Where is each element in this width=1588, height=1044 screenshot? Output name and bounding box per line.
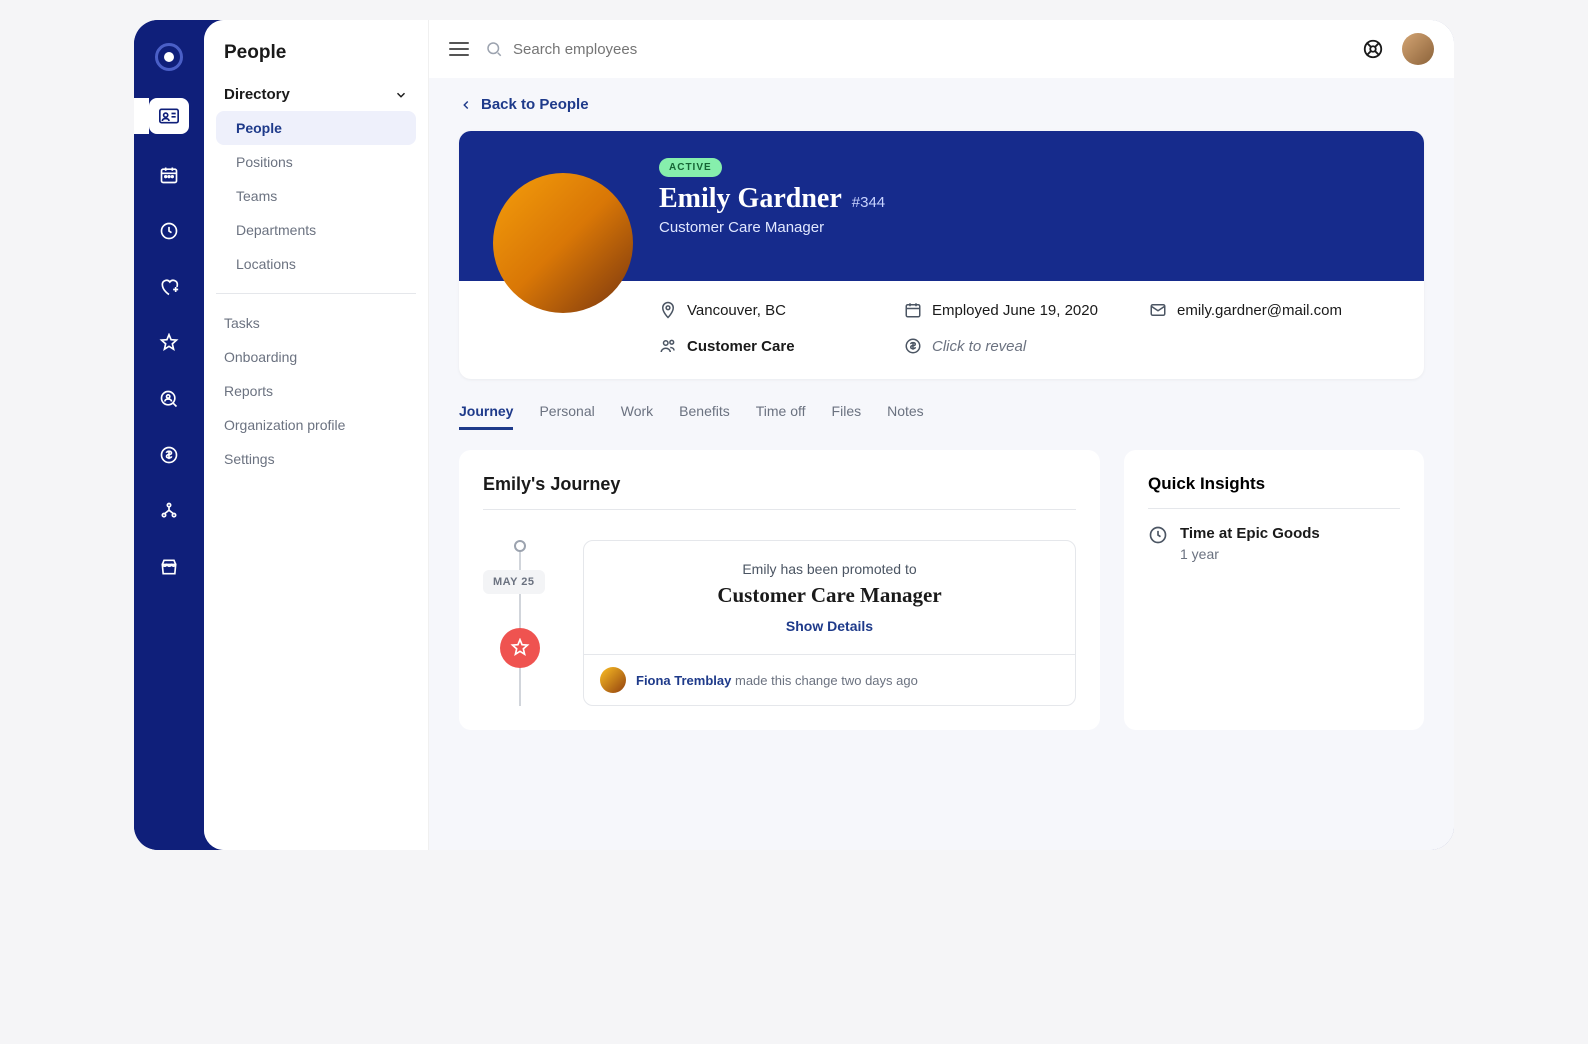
event-author-suffix: made this change two days ago xyxy=(731,673,917,688)
sidebar-item-people[interactable]: People xyxy=(216,111,416,145)
insight-label: Time at Epic Goods xyxy=(1180,525,1320,542)
chevron-down-icon xyxy=(394,88,408,102)
logo-icon[interactable] xyxy=(154,42,184,72)
sidebar-title: People xyxy=(216,42,416,78)
sidebar-link-org-profile[interactable]: Organization profile xyxy=(216,408,416,442)
location-icon xyxy=(659,301,677,319)
sidebar-link-onboarding[interactable]: Onboarding xyxy=(216,340,416,374)
show-details-button[interactable]: Show Details xyxy=(604,618,1055,634)
back-button[interactable]: Back to People xyxy=(459,96,1424,113)
detail-location: Vancouver, BC xyxy=(659,301,904,319)
sidebar-group-directory[interactable]: Directory xyxy=(216,78,416,111)
star-badge-icon xyxy=(500,628,540,668)
nav-heart-icon[interactable] xyxy=(154,272,184,302)
sidebar-item-teams[interactable]: Teams xyxy=(216,179,416,213)
journey-card: Emily's Journey MAY 25 Emily has been pr… xyxy=(459,450,1100,730)
chevron-left-icon xyxy=(459,98,473,112)
people-icon xyxy=(659,337,677,355)
tab-timeoff[interactable]: Time off xyxy=(756,403,806,430)
event-title: Customer Care Manager xyxy=(604,583,1055,608)
tab-notes[interactable]: Notes xyxy=(887,403,924,430)
nav-star-icon[interactable] xyxy=(154,328,184,358)
tab-personal[interactable]: Personal xyxy=(539,403,594,430)
user-avatar[interactable] xyxy=(1402,33,1434,65)
event-author: Fiona Tremblay xyxy=(636,673,731,688)
clock-icon xyxy=(1148,525,1168,545)
dollar-icon xyxy=(904,337,922,355)
insights-title: Quick Insights xyxy=(1148,474,1400,509)
detail-employed: Employed June 19, 2020 xyxy=(904,301,1149,319)
nav-clock-icon[interactable] xyxy=(154,216,184,246)
profile-id: #344 xyxy=(852,194,885,211)
topbar xyxy=(429,20,1454,78)
search-input[interactable] xyxy=(513,41,1346,58)
nav-search-person-icon[interactable] xyxy=(154,384,184,414)
help-icon[interactable] xyxy=(1362,38,1384,60)
nav-org-icon[interactable] xyxy=(154,496,184,526)
timeline-dot xyxy=(514,540,526,552)
status-badge: ACTIVE xyxy=(659,158,722,177)
profile-card: ACTIVE Emily Gardner #344 Customer Care … xyxy=(459,131,1424,379)
insight-value: 1 year xyxy=(1180,546,1320,562)
insights-card: Quick Insights Time at Epic Goods 1 year xyxy=(1124,450,1424,730)
sidebar-link-reports[interactable]: Reports xyxy=(216,374,416,408)
tab-benefits[interactable]: Benefits xyxy=(679,403,730,430)
profile-tabs: Journey Personal Work Benefits Time off … xyxy=(459,403,1424,430)
tab-files[interactable]: Files xyxy=(832,403,862,430)
sidebar: People Directory People Positions Teams … xyxy=(204,20,429,850)
journey-title: Emily's Journey xyxy=(483,474,1076,510)
sidebar-link-settings[interactable]: Settings xyxy=(216,442,416,476)
mail-icon xyxy=(1149,301,1167,319)
event-line1: Emily has been promoted to xyxy=(604,561,1055,577)
profile-avatar xyxy=(493,173,633,313)
detail-team: Customer Care xyxy=(659,337,904,355)
profile-name: Emily Gardner xyxy=(659,183,842,215)
sidebar-item-locations[interactable]: Locations xyxy=(216,247,416,281)
author-avatar xyxy=(600,667,626,693)
timeline-date: MAY 25 xyxy=(483,570,545,594)
timeline-event: Emily has been promoted to Customer Care… xyxy=(583,540,1076,706)
nav-shop-icon[interactable] xyxy=(154,552,184,582)
sidebar-item-departments[interactable]: Departments xyxy=(216,213,416,247)
sidebar-item-positions[interactable]: Positions xyxy=(216,145,416,179)
hamburger-icon[interactable] xyxy=(449,42,469,56)
sidebar-link-tasks[interactable]: Tasks xyxy=(216,306,416,340)
event-footer: Fiona Tremblay made this change two days… xyxy=(584,654,1075,705)
nav-people-icon[interactable] xyxy=(149,98,189,134)
nav-dollar-icon[interactable] xyxy=(154,440,184,470)
calendar-icon xyxy=(904,301,922,319)
profile-role: Customer Care Manager xyxy=(659,219,1224,236)
detail-email: emily.gardner@mail.com xyxy=(1149,301,1394,319)
tab-work[interactable]: Work xyxy=(621,403,653,430)
detail-pay-hidden[interactable]: Click to reveal xyxy=(904,337,1149,355)
tab-journey[interactable]: Journey xyxy=(459,403,513,430)
nav-calendar-icon[interactable] xyxy=(154,160,184,190)
icon-rail xyxy=(134,20,204,850)
search-icon xyxy=(485,40,503,58)
